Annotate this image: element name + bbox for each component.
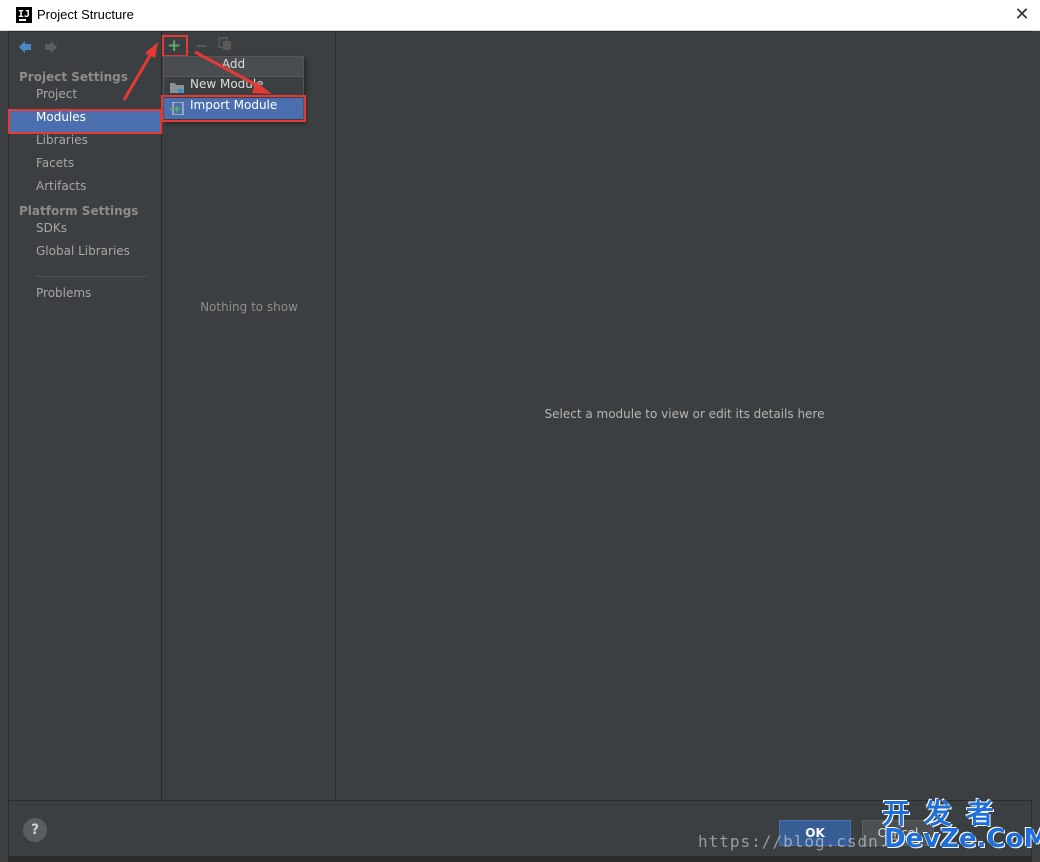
empty-list-text: Nothing to show: [200, 300, 298, 314]
menu-item-import-module[interactable]: Import Module: [161, 95, 306, 122]
sidebar-item-sdks[interactable]: SDKs: [9, 221, 161, 244]
watermark-url: https://blog.csdn.n: [698, 832, 901, 851]
forward-arrow-icon[interactable]: [43, 39, 59, 55]
sidebar-item-facets[interactable]: Facets: [9, 156, 161, 179]
sidebar-item-libraries[interactable]: Libraries: [9, 133, 161, 156]
platform-settings-header: Platform Settings: [19, 204, 139, 218]
sidebar-divider: [36, 276, 146, 277]
watermark-en: DevZe.CoM: [884, 824, 1040, 854]
sidebar-item-problems[interactable]: Problems: [9, 286, 161, 309]
background-editor-left: [0, 31, 8, 862]
remove-button[interactable]: −: [195, 36, 208, 55]
import-module-icon: [170, 102, 184, 115]
close-button[interactable]: ✕: [1004, 0, 1040, 30]
sidebar-item-modules[interactable]: Modules: [8, 109, 162, 134]
folder-icon: [170, 83, 184, 93]
add-popup-menu: Add New Module Import Module: [161, 56, 306, 122]
project-settings-header: Project Settings: [19, 70, 128, 84]
plus-icon: +: [167, 36, 182, 56]
window-title: Project Structure: [37, 7, 134, 22]
menu-item-label: New Module: [190, 77, 264, 91]
popup-title: Add: [164, 57, 303, 77]
help-button[interactable]: ?: [23, 818, 47, 842]
copy-icon[interactable]: [218, 37, 232, 51]
intellij-icon: IJ: [16, 7, 32, 23]
sidebar-item-project[interactable]: Project: [9, 87, 161, 110]
title-bar: IJ Project Structure ✕: [0, 0, 1040, 31]
project-structure-dialog: Project Settings Project Modules Librari…: [8, 31, 1032, 856]
menu-item-label: Import Module: [190, 98, 278, 112]
sidebar-item-global-libraries[interactable]: Global Libraries: [9, 244, 161, 267]
module-list-panel: + − Nothing to show: [162, 32, 336, 800]
detail-placeholder: Select a module to view or edit its deta…: [544, 407, 825, 421]
sidebar: Project Settings Project Modules Librari…: [8, 32, 162, 800]
sidebar-item-artifacts[interactable]: Artifacts: [9, 179, 161, 202]
menu-item-new-module[interactable]: New Module: [164, 77, 303, 98]
back-arrow-icon[interactable]: [17, 39, 33, 55]
background-editor-right: [1032, 31, 1040, 862]
add-button[interactable]: +: [162, 35, 188, 57]
detail-panel: Select a module to view or edit its deta…: [337, 32, 1032, 800]
